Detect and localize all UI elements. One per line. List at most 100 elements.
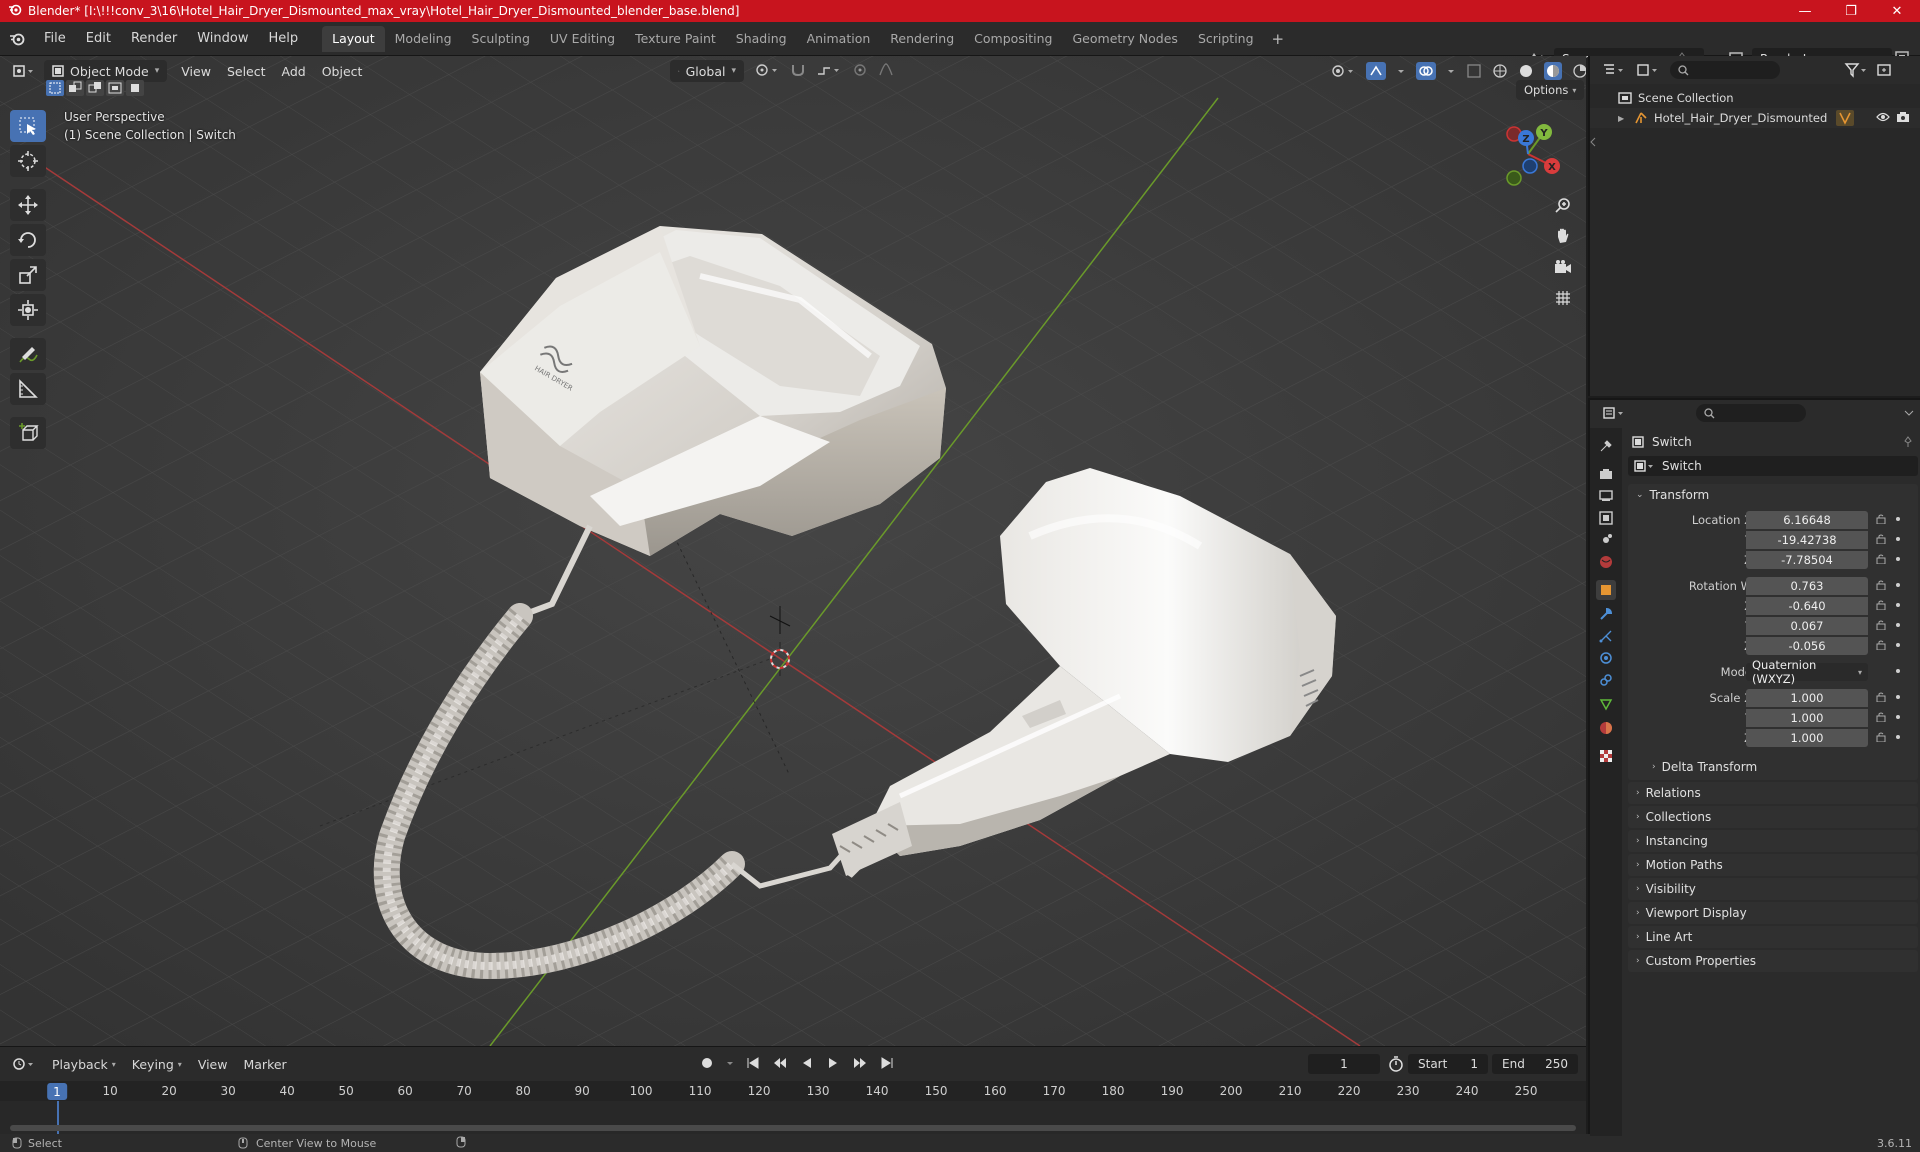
tab-object[interactable] — [1596, 580, 1616, 600]
keyframe-dot[interactable] — [1896, 517, 1900, 521]
tab-output[interactable] — [1596, 486, 1616, 506]
keyframe-dot[interactable] — [1896, 715, 1900, 719]
collapse-arrow-icon[interactable] — [1590, 136, 1596, 147]
menu-file[interactable]: File — [34, 27, 76, 51]
next-keyframe-icon[interactable] — [852, 1056, 868, 1070]
pin-icon[interactable] — [1902, 436, 1914, 448]
select-new-icon[interactable] — [46, 80, 64, 96]
tab-data[interactable] — [1596, 694, 1616, 714]
select-subtract-icon[interactable] — [86, 80, 104, 96]
visibility-panel[interactable]: › Visibility — [1628, 878, 1918, 900]
keyframe-dot[interactable] — [1896, 695, 1900, 699]
keyframe-dot[interactable] — [1896, 557, 1900, 561]
menu-help[interactable]: Help — [259, 27, 309, 51]
rotation-z-field[interactable]: -0.056 — [1746, 637, 1868, 655]
ortho-toggle-button[interactable] — [1549, 284, 1577, 312]
location-y-field[interactable]: -19.42738 — [1746, 531, 1868, 549]
new-collection-icon[interactable] — [1876, 62, 1892, 78]
tab-scene[interactable] — [1596, 530, 1616, 550]
scale-tool[interactable] — [10, 259, 46, 291]
chevron-down-icon[interactable] — [1904, 408, 1914, 418]
tab-render[interactable] — [1596, 464, 1616, 484]
measure-tool[interactable] — [10, 373, 46, 405]
render-camera-icon[interactable] — [1896, 111, 1910, 123]
properties-search-input[interactable] — [1696, 404, 1806, 422]
stopwatch-icon[interactable] — [1388, 1056, 1404, 1075]
overlays-toggle-icon[interactable] — [1416, 62, 1436, 80]
timeline-track-area[interactable] — [0, 1101, 1586, 1135]
tab-geometry-nodes[interactable]: Geometry Nodes — [1063, 26, 1188, 52]
snap-target-icon[interactable] — [816, 62, 842, 78]
playback-menu[interactable]: Playback ▾ — [44, 1057, 124, 1072]
menu-select[interactable]: Select — [219, 60, 274, 82]
custom-properties-panel[interactable]: › Custom Properties — [1628, 950, 1918, 972]
lock-icon[interactable] — [1876, 692, 1886, 702]
timeline-view-menu[interactable]: View — [190, 1057, 236, 1072]
proportional-edit-icon[interactable] — [852, 62, 868, 78]
lock-icon[interactable] — [1876, 712, 1886, 722]
frame-ruler[interactable]: 1 10 20 30 40 50 60 70 80 90 100 110 120 130 140 150 16… — [0, 1081, 1586, 1101]
snap-icon[interactable] — [790, 62, 806, 78]
add-workspace-button[interactable]: + — [1264, 30, 1293, 48]
record-icon[interactable] — [700, 1056, 714, 1070]
keyframe-dot[interactable] — [1896, 643, 1900, 647]
rotation-w-field[interactable]: 0.763 — [1746, 577, 1868, 595]
minimize-button[interactable]: — — [1782, 0, 1828, 22]
annotate-tool[interactable] — [10, 338, 46, 370]
viewport-display-panel[interactable]: › Viewport Display — [1628, 902, 1918, 924]
location-z-field[interactable]: -7.78504 — [1746, 551, 1868, 569]
editor-type-icon[interactable] — [0, 60, 44, 82]
tab-uv-editing[interactable]: UV Editing — [540, 26, 625, 52]
keyframe-dot[interactable] — [1896, 583, 1900, 587]
solid-shading-icon[interactable] — [1518, 63, 1534, 79]
wireframe-shading-icon[interactable] — [1492, 63, 1508, 79]
menu-view[interactable]: View — [173, 60, 219, 82]
keyframe-dot[interactable] — [1896, 669, 1900, 673]
keyframe-dot[interactable] — [1896, 537, 1900, 541]
navigation-gizmo[interactable]: X Y Z — [1490, 116, 1566, 195]
play-icon[interactable] — [826, 1056, 840, 1070]
display-mode-icon[interactable] — [1636, 62, 1662, 78]
lock-icon[interactable] — [1876, 554, 1886, 564]
transform-tool[interactable] — [10, 294, 46, 326]
tab-material[interactable] — [1596, 718, 1616, 738]
lock-icon[interactable] — [1876, 514, 1886, 524]
tab-compositing[interactable]: Compositing — [964, 26, 1062, 52]
properties-editor-type-icon[interactable] — [1602, 405, 1628, 421]
tab-particles[interactable] — [1596, 626, 1616, 646]
chevron-down-icon[interactable] — [1396, 63, 1406, 79]
tab-shading[interactable]: Shading — [726, 26, 797, 52]
select-extend-icon[interactable] — [66, 80, 84, 96]
rotation-mode-dropdown[interactable]: Quaternion (WXYZ) ▾ — [1746, 658, 1868, 686]
xray-toggle-icon[interactable] — [1466, 63, 1482, 79]
relations-panel[interactable]: › Relations — [1628, 782, 1918, 804]
menu-edit[interactable]: Edit — [76, 27, 121, 51]
rotation-x-field[interactable]: -0.640 — [1746, 597, 1868, 615]
falloff-icon[interactable] — [878, 62, 894, 78]
jump-end-icon[interactable] — [880, 1056, 894, 1070]
filter-icon[interactable] — [1844, 62, 1868, 78]
outliner-editor-type-icon[interactable] — [1602, 62, 1628, 78]
marker-menu[interactable]: Marker — [235, 1057, 294, 1072]
scale-z-field[interactable]: 1.000 — [1746, 729, 1868, 747]
jump-start-icon[interactable] — [746, 1056, 760, 1070]
tab-texture-paint[interactable]: Texture Paint — [625, 26, 726, 52]
keying-menu[interactable]: Keying ▾ — [124, 1057, 190, 1072]
expand-arrow-icon[interactable]: ▶ — [1618, 114, 1628, 123]
select-intersect-icon[interactable] — [126, 80, 144, 96]
timeline-scrollbar[interactable] — [10, 1125, 1576, 1131]
restore-button[interactable]: ❐ — [1828, 0, 1874, 22]
tab-rendering[interactable]: Rendering — [880, 26, 964, 52]
keyframe-dot[interactable] — [1896, 623, 1900, 627]
material-preview-icon[interactable] — [1544, 62, 1562, 80]
lock-icon[interactable] — [1876, 620, 1886, 630]
pan-button[interactable] — [1549, 222, 1577, 250]
start-frame-field[interactable]: Start 1 — [1408, 1054, 1488, 1074]
blender-menu-icon[interactable] — [0, 22, 34, 56]
tab-modeling[interactable]: Modeling — [385, 26, 462, 52]
select-invert-icon[interactable] — [106, 80, 124, 96]
chevron-down-icon[interactable] — [1446, 63, 1456, 79]
prev-keyframe-icon[interactable] — [772, 1056, 788, 1070]
outliner-scene-collection[interactable]: Scene Collection — [1590, 88, 1920, 108]
select-box-tool[interactable] — [10, 110, 46, 142]
